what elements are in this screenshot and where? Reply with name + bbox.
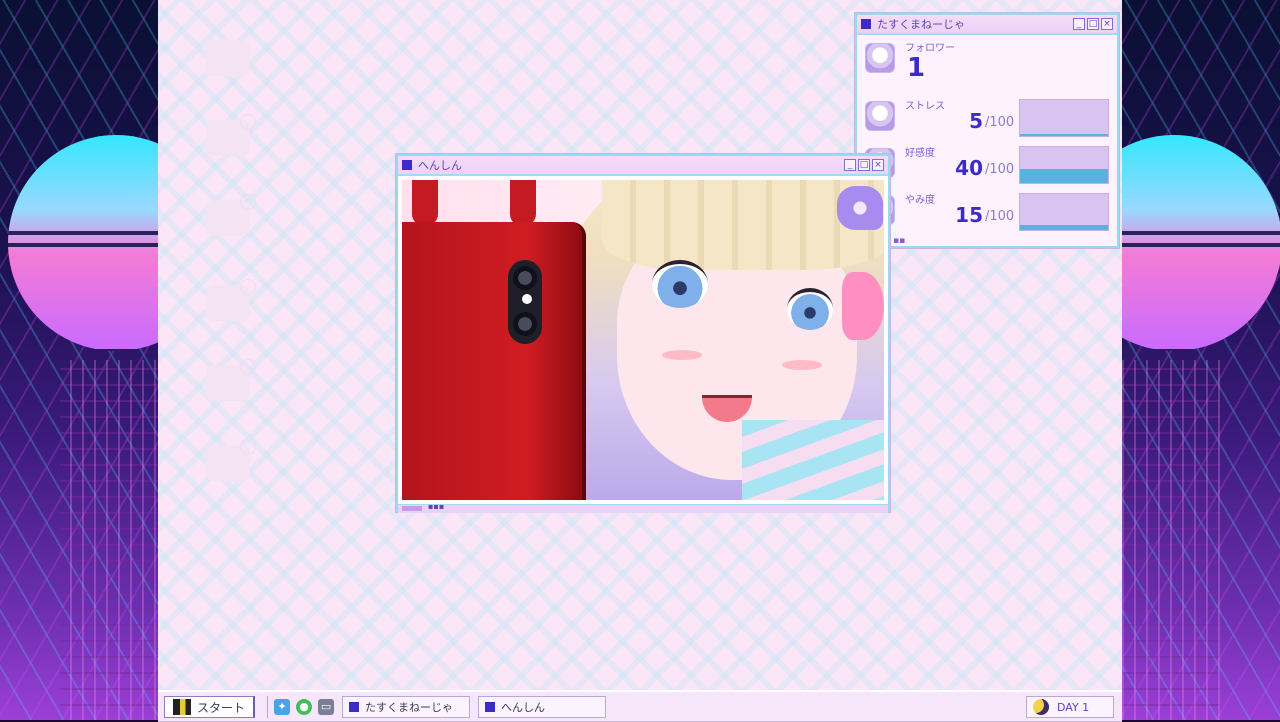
phone-case-ear — [412, 180, 438, 226]
stress-max: /100 — [985, 115, 1015, 130]
day-label: DAY 1 — [1057, 700, 1090, 714]
close-button[interactable]: × — [872, 159, 884, 171]
alert-badge-icon — [240, 439, 256, 455]
minimize-button[interactable]: _ — [1073, 18, 1085, 30]
character-blush — [782, 360, 822, 370]
character-outfit — [742, 420, 884, 500]
darkness-meter — [1019, 193, 1109, 231]
follower-row: フォロワー 1 — [857, 39, 1117, 85]
window-icon — [485, 702, 496, 712]
affection-max: /100 — [985, 162, 1015, 177]
stats-body: フォロワー 1 ストレス 5 /100 好感度 40 /100 やみ度 15 /… — [857, 35, 1117, 246]
desktop-icon[interactable] — [188, 194, 268, 240]
window-title: へんしん — [418, 159, 462, 172]
darkness-row: やみ度 15 /100 — [857, 191, 1117, 237]
selfie-artwork — [402, 180, 884, 500]
power-tower — [60, 360, 158, 720]
desktop-icon[interactable] — [188, 40, 268, 80]
window-icon — [861, 19, 871, 29]
henshin-footer: ▪▪▪ — [398, 502, 888, 513]
desktop-icon[interactable] — [188, 114, 268, 160]
desktop-icon-image — [206, 114, 256, 156]
desktop-icon-image — [206, 194, 256, 236]
minimize-button[interactable]: _ — [844, 159, 856, 171]
taskbar: スタート ✦ ● ▭ たすくまねーじゃ へんしん DAY 1 — [158, 690, 1122, 722]
window-icon — [402, 160, 412, 170]
power-tower — [1122, 360, 1220, 720]
desktop-icon[interactable] — [188, 279, 268, 325]
moon-icon — [1033, 699, 1049, 715]
character-eye-right — [787, 288, 833, 330]
footer-bar — [402, 506, 422, 511]
stress-row: ストレス 5 /100 — [857, 97, 1117, 143]
taskbar-item-label: たすくまねーじゃ — [365, 701, 454, 714]
system-tray[interactable]: DAY 1 — [1026, 696, 1114, 718]
alert-badge-icon — [240, 114, 256, 130]
taskbar-item-task-manager[interactable]: たすくまねーじゃ — [342, 696, 471, 718]
hair-bow-icon — [837, 186, 883, 230]
henshin-titlebar[interactable]: へんしん _ □ × — [398, 156, 888, 176]
task-manager-window: たすくまねーじゃ _ □ × フォロワー 1 ストレス 5 /100 好感度 4… — [855, 13, 1119, 248]
desktop-icon-image — [206, 359, 256, 401]
window-footer-dots: ▪▪ — [893, 236, 906, 246]
darkness-max: /100 — [985, 209, 1015, 224]
taskbar-item-label: へんしん — [501, 701, 546, 714]
desktop-icon[interactable] — [188, 359, 268, 405]
desktop-icon-image — [206, 439, 256, 481]
quick-launch: ✦ ● ▭ — [267, 696, 335, 718]
phone-case-ear — [510, 180, 536, 226]
chat-icon[interactable]: ● — [296, 699, 313, 715]
left-background-panel — [0, 0, 158, 720]
task-manager-titlebar[interactable]: たすくまねーじゃ _ □ × — [857, 15, 1117, 35]
alert-badge-icon — [240, 194, 256, 210]
stress-value: 5 — [969, 109, 983, 133]
character-eye-left — [652, 260, 708, 308]
maximize-button[interactable]: □ — [858, 159, 870, 171]
smartphone — [402, 222, 586, 500]
henshin-window: へんしん _ □ × ▪▪▪ — [396, 154, 890, 513]
bird-icon[interactable]: ✦ — [274, 699, 291, 715]
follower-label: フォロワー — [905, 43, 955, 54]
start-label: スタート — [197, 700, 246, 715]
affection-meter — [1019, 146, 1109, 184]
affection-row: 好感度 40 /100 — [857, 144, 1117, 190]
hair-clip-icon — [842, 272, 884, 340]
follower-value: 1 — [907, 53, 926, 83]
darkness-meter-fill — [1020, 224, 1108, 230]
taskbar-item-henshin[interactable]: へんしん — [478, 696, 607, 718]
stress-meter — [1019, 99, 1109, 137]
phone-flash — [522, 294, 532, 304]
right-background-panel — [1122, 0, 1280, 720]
monitor-icon[interactable]: ▭ — [318, 699, 335, 715]
alert-badge-icon — [240, 359, 256, 375]
affection-value: 40 — [955, 156, 983, 180]
desktop-icon-image — [206, 40, 250, 76]
window-icon — [349, 702, 360, 712]
darkness-value: 15 — [955, 203, 983, 227]
desktop-icon-image — [206, 279, 256, 321]
alert-badge-icon — [240, 279, 256, 295]
maximize-button[interactable]: □ — [1087, 18, 1099, 30]
close-button[interactable]: × — [1101, 18, 1113, 30]
start-button[interactable]: スタート — [164, 696, 256, 718]
window-footer-dots: ▪▪▪ — [428, 502, 445, 511]
affection-meter-fill — [1020, 168, 1108, 183]
start-logo-icon — [173, 699, 191, 715]
window-title: たすくまねーじゃ — [877, 18, 965, 31]
stress-avatar-icon — [865, 101, 895, 131]
stress-meter-fill — [1020, 134, 1108, 136]
desktop-icon[interactable] — [188, 439, 268, 485]
follower-avatar-icon — [865, 43, 895, 73]
character-blush — [662, 350, 702, 360]
